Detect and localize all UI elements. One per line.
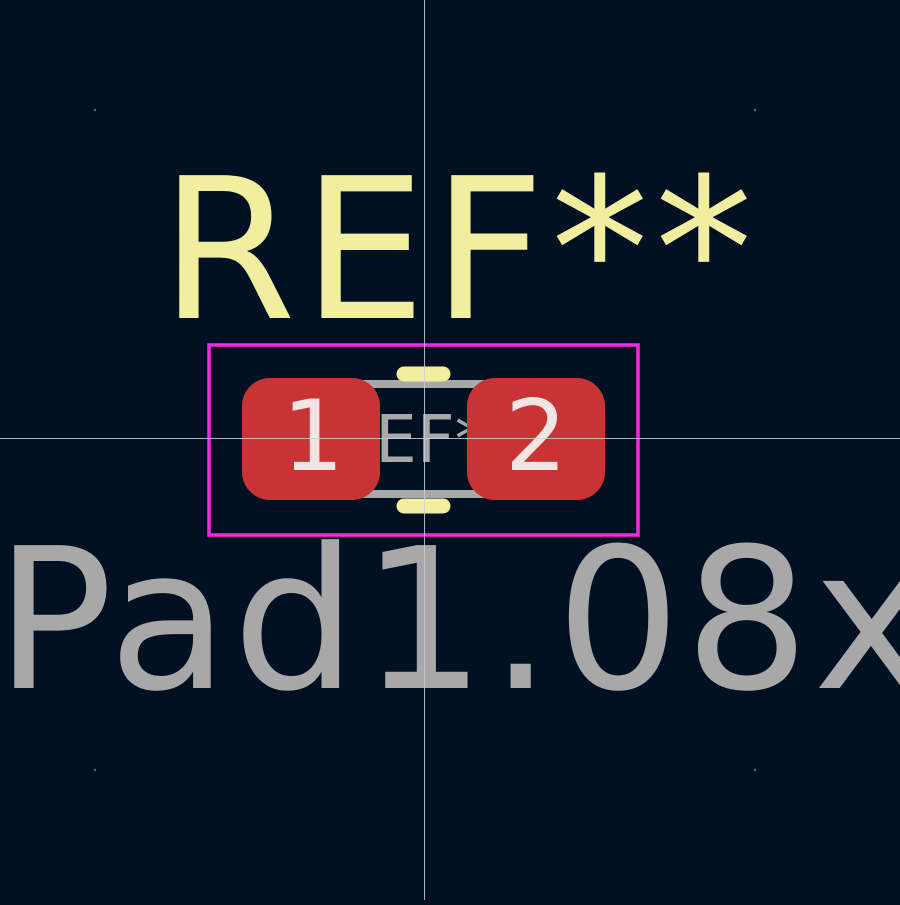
pad-2-number: 2	[505, 380, 567, 494]
grid-dot	[753, 108, 757, 112]
footprint-view: Pad1.08x REF** 1 2 REF**	[0, 0, 900, 900]
footprint-value-text[interactable]: Pad1.08x	[0, 507, 900, 735]
grid-dot	[753, 768, 757, 772]
pcb-footprint-canvas[interactable]: Pad1.08x REF** 1 2 REF**	[0, 0, 900, 900]
pad-1-number: 1	[282, 380, 344, 494]
footprint-reference-text[interactable]: REF**	[160, 137, 759, 365]
grid-dot	[93, 108, 97, 112]
grid-dot	[93, 768, 97, 772]
